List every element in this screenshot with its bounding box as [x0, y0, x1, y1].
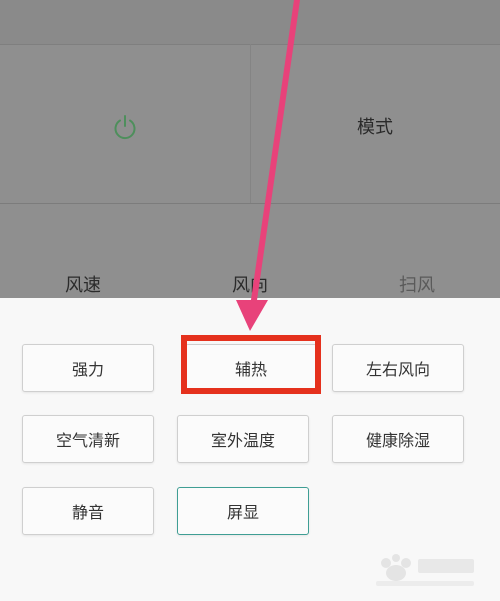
- option-strong[interactable]: 强力: [22, 344, 154, 392]
- power-icon: [114, 115, 136, 140]
- option-outdoor-temp[interactable]: 室外温度: [177, 415, 309, 463]
- option-air-fresh[interactable]: 空气清新: [22, 415, 154, 463]
- mode-button[interactable]: 模式: [250, 104, 500, 148]
- option-silent[interactable]: 静音: [22, 487, 154, 535]
- option-health-dehumidify[interactable]: 健康除湿: [332, 415, 464, 463]
- option-left-right-wind[interactable]: 左右风向: [332, 344, 464, 392]
- row-divider: [0, 203, 500, 204]
- power-button[interactable]: [106, 108, 144, 146]
- remote-panel-dimmed: 模式 风速 风向 扫风: [0, 0, 500, 298]
- option-aux-heat[interactable]: 辅热: [185, 344, 317, 392]
- mode-label: 模式: [357, 117, 393, 138]
- header-strip: [0, 0, 500, 45]
- option-screen-display[interactable]: 屏显: [177, 487, 309, 535]
- wind-direction-label: 风向: [232, 275, 268, 296]
- swing-label: 扫风: [399, 275, 435, 296]
- fan-speed-label: 风速: [65, 275, 101, 296]
